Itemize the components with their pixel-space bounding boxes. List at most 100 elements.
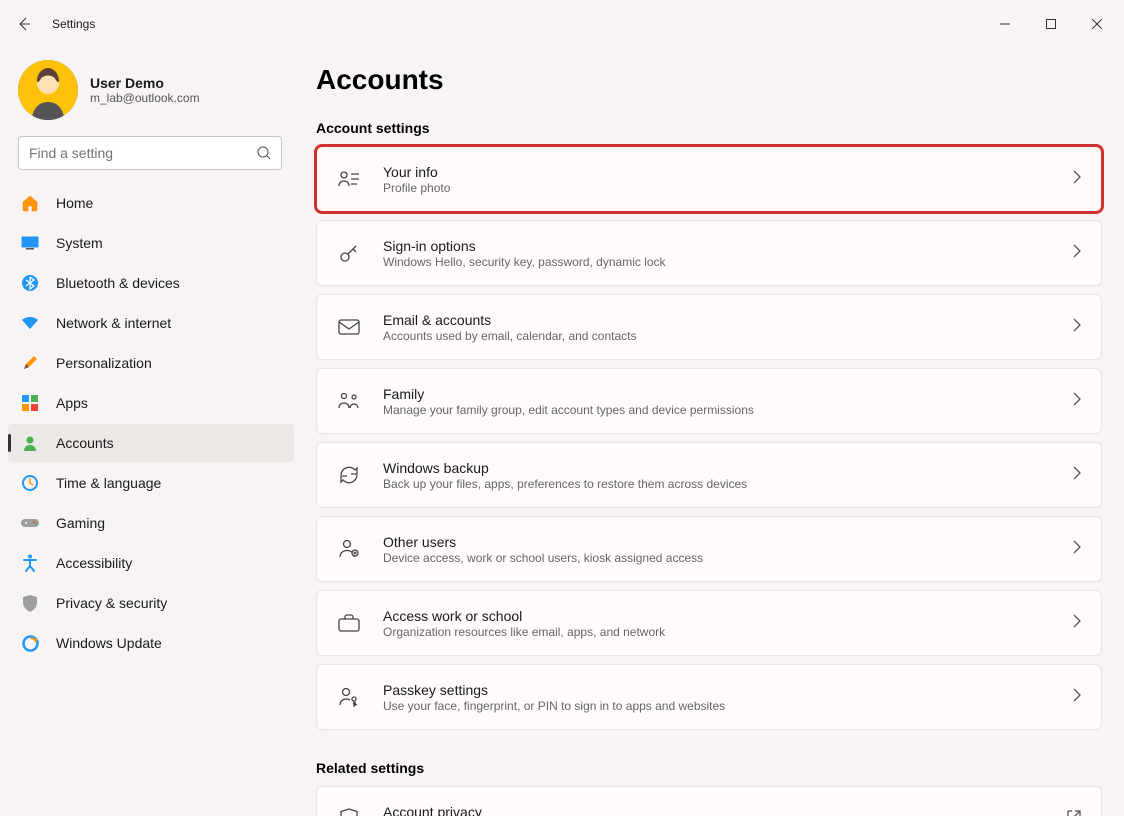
privacy-shield-icon	[337, 807, 361, 816]
chevron-right-icon	[1073, 170, 1081, 189]
back-arrow-icon	[16, 16, 32, 32]
nav: Home System Bluetooth & devices Network …	[0, 184, 300, 664]
passkey-icon	[337, 685, 361, 709]
card-sign-in-options[interactable]: Sign-in optionsWindows Hello, security k…	[316, 220, 1102, 286]
nav-item-bluetooth[interactable]: Bluetooth & devices	[8, 264, 294, 302]
card-passkey[interactable]: Passkey settingsUse your face, fingerpri…	[316, 664, 1102, 730]
card-other-users[interactable]: Other usersDevice access, work or school…	[316, 516, 1102, 582]
person-icon	[20, 433, 40, 453]
minimize-button[interactable]	[982, 8, 1028, 40]
card-sub: Back up your files, apps, preferences to…	[383, 477, 1073, 491]
section-heading-account-settings: Account settings	[316, 120, 1102, 136]
card-sub: Accounts used by email, calendar, and co…	[383, 329, 1073, 343]
back-button[interactable]	[4, 4, 44, 44]
section-heading-related: Related settings	[316, 760, 1102, 776]
chevron-right-icon	[1073, 540, 1081, 559]
card-account-privacy[interactable]: Account privacyView your privacy dashboa…	[316, 786, 1102, 816]
nav-item-accessibility[interactable]: Accessibility	[8, 544, 294, 582]
nav-label: Personalization	[56, 355, 152, 371]
card-family[interactable]: FamilyManage your family group, edit acc…	[316, 368, 1102, 434]
card-title: Access work or school	[383, 608, 1073, 624]
window-title: Settings	[52, 17, 95, 31]
nav-item-system[interactable]: System	[8, 224, 294, 262]
card-your-info[interactable]: Your infoProfile photo	[316, 146, 1102, 212]
nav-label: Network & internet	[56, 315, 171, 331]
avatar	[18, 60, 78, 120]
card-title: Windows backup	[383, 460, 1073, 476]
nav-label: Windows Update	[56, 635, 162, 651]
user-name: User Demo	[90, 75, 200, 91]
nav-label: System	[56, 235, 103, 251]
nav-label: Accessibility	[56, 555, 132, 571]
search-icon	[257, 146, 271, 160]
briefcase-icon	[337, 611, 361, 635]
card-title: Passkey settings	[383, 682, 1073, 698]
chevron-right-icon	[1073, 244, 1081, 263]
nav-label: Privacy & security	[56, 595, 167, 611]
person-add-icon	[337, 537, 361, 561]
nav-item-apps[interactable]: Apps	[8, 384, 294, 422]
search-box[interactable]	[18, 136, 282, 170]
page-title: Accounts	[316, 64, 1102, 96]
user-block[interactable]: User Demo m_lab@outlook.com	[0, 56, 300, 136]
card-sub: Profile photo	[383, 181, 1073, 195]
nav-label: Home	[56, 195, 93, 211]
bluetooth-icon	[20, 273, 40, 293]
nav-label: Gaming	[56, 515, 105, 531]
card-sub: Device access, work or school users, kio…	[383, 551, 1073, 565]
card-title: Sign-in options	[383, 238, 1073, 254]
nav-label: Apps	[56, 395, 88, 411]
card-work-school[interactable]: Access work or schoolOrganization resour…	[316, 590, 1102, 656]
card-title: Your info	[383, 164, 1073, 180]
card-sub: Manage your family group, edit account t…	[383, 403, 1073, 417]
search-input[interactable]	[29, 145, 257, 161]
window-controls	[982, 8, 1120, 40]
card-title: Other users	[383, 534, 1073, 550]
maximize-icon	[1046, 19, 1056, 29]
user-email: m_lab@outlook.com	[90, 91, 200, 105]
update-icon	[20, 633, 40, 653]
card-windows-backup[interactable]: Windows backupBack up your files, apps, …	[316, 442, 1102, 508]
card-sub: Windows Hello, security key, password, d…	[383, 255, 1073, 269]
nav-label: Bluetooth & devices	[56, 275, 180, 291]
close-icon	[1092, 19, 1102, 29]
nav-item-privacy[interactable]: Privacy & security	[8, 584, 294, 622]
chevron-right-icon	[1073, 392, 1081, 411]
mail-icon	[337, 315, 361, 339]
nav-item-network[interactable]: Network & internet	[8, 304, 294, 342]
main-content: Accounts Account settings Your infoProfi…	[300, 48, 1124, 816]
maximize-button[interactable]	[1028, 8, 1074, 40]
chevron-right-icon	[1073, 614, 1081, 633]
nav-label: Time & language	[56, 475, 161, 491]
apps-icon	[20, 393, 40, 413]
chevron-right-icon	[1073, 318, 1081, 337]
nav-item-home[interactable]: Home	[8, 184, 294, 222]
nav-item-personalization[interactable]: Personalization	[8, 344, 294, 382]
nav-item-accounts[interactable]: Accounts	[8, 424, 294, 462]
accessibility-icon	[20, 553, 40, 573]
shield-icon	[20, 593, 40, 613]
key-icon	[337, 241, 361, 265]
nav-item-time[interactable]: Time & language	[8, 464, 294, 502]
nav-label: Accounts	[56, 435, 114, 451]
sync-icon	[337, 463, 361, 487]
chevron-right-icon	[1073, 688, 1081, 707]
nav-item-update[interactable]: Windows Update	[8, 624, 294, 662]
close-button[interactable]	[1074, 8, 1120, 40]
chevron-right-icon	[1073, 466, 1081, 485]
globe-clock-icon	[20, 473, 40, 493]
card-sub: Organization resources like email, apps,…	[383, 625, 1073, 639]
sidebar: User Demo m_lab@outlook.com Home System …	[0, 48, 300, 816]
system-icon	[20, 233, 40, 253]
family-icon	[337, 389, 361, 413]
card-email-accounts[interactable]: Email & accountsAccounts used by email, …	[316, 294, 1102, 360]
external-link-icon	[1067, 810, 1081, 816]
card-title: Family	[383, 386, 1073, 402]
card-sub: Use your face, fingerprint, or PIN to si…	[383, 699, 1073, 713]
gamepad-icon	[20, 513, 40, 533]
card-title: Account privacy	[383, 804, 1067, 816]
person-card-icon	[337, 167, 361, 191]
nav-item-gaming[interactable]: Gaming	[8, 504, 294, 542]
home-icon	[20, 193, 40, 213]
paintbrush-icon	[20, 353, 40, 373]
